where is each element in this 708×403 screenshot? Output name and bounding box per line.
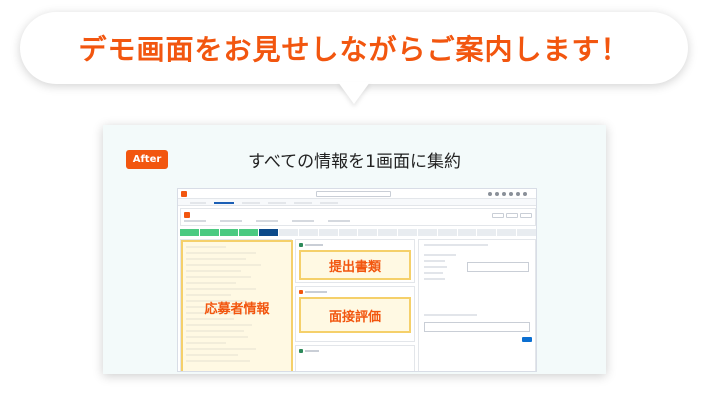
plus-icon[interactable] [495, 192, 499, 196]
path-step[interactable] [180, 229, 199, 236]
gear-icon[interactable] [509, 192, 513, 196]
middle-column-top: 提出書類 [295, 239, 415, 283]
speech-bubble: デモ画面をお見せしながらご案内します！ [20, 12, 688, 84]
nav-item-active[interactable] [214, 202, 234, 204]
path-step[interactable] [497, 229, 517, 236]
footer-panel-header [299, 348, 319, 354]
star-icon[interactable] [488, 192, 492, 196]
after-card: After すべての情報を1画面に集約 応募者情報 提出書類 面接評価 [103, 125, 606, 374]
path-step[interactable] [298, 229, 318, 236]
path-step[interactable] [279, 229, 298, 236]
record-icon [184, 212, 190, 218]
path-step[interactable] [378, 229, 398, 236]
documents-icon [299, 243, 303, 247]
interview-icon [299, 290, 303, 294]
banner-text: デモ画面をお見せしながらご案内します！ [78, 33, 630, 66]
path-step[interactable] [477, 229, 497, 236]
record-fields [184, 220, 350, 222]
path-step[interactable] [417, 229, 437, 236]
search-input[interactable] [316, 191, 391, 197]
path-step-current[interactable] [259, 229, 279, 236]
progress-path [180, 229, 536, 236]
middle-column-footer [295, 345, 415, 371]
applicant-info-highlight: 応募者情報 [181, 240, 293, 371]
path-step[interactable] [239, 229, 259, 236]
interview-panel-header [299, 289, 327, 295]
right-column [418, 239, 536, 371]
path-step[interactable] [199, 229, 219, 236]
documents-panel-header [299, 242, 323, 248]
record-button[interactable] [506, 213, 518, 218]
path-step[interactable] [398, 229, 417, 236]
nav-item[interactable] [268, 202, 286, 204]
app-navbar [178, 199, 536, 206]
interview-evaluation-highlight: 面接評価 [299, 297, 411, 333]
submit-button[interactable] [522, 337, 532, 342]
comment-input[interactable] [424, 322, 530, 332]
avatar-icon[interactable] [523, 192, 527, 196]
nav-item[interactable] [242, 202, 260, 204]
comment-lines [424, 314, 530, 316]
path-step[interactable] [457, 229, 477, 236]
nav-item[interactable] [294, 202, 312, 204]
path-step[interactable] [219, 229, 239, 236]
app-logo-icon [181, 191, 187, 197]
path-step[interactable] [338, 229, 358, 236]
nav-item[interactable] [320, 202, 338, 204]
record-button[interactable] [520, 213, 532, 218]
panel-icon [299, 349, 303, 353]
header-icons [488, 192, 527, 196]
app-topbar [178, 189, 536, 199]
card-title: すべての情報を1画面に集約 [248, 152, 461, 172]
help-icon[interactable] [502, 192, 506, 196]
crm-screenshot: 応募者情報 提出書類 面接評価 [177, 188, 537, 372]
path-step[interactable] [318, 229, 338, 236]
submitted-documents-highlight: 提出書類 [299, 250, 411, 280]
tab-lines [424, 244, 530, 246]
speech-bubble-tail [338, 82, 370, 104]
form-input[interactable] [467, 262, 529, 272]
record-header [180, 208, 536, 226]
record-buttons [492, 213, 532, 218]
record-button[interactable] [492, 213, 504, 218]
path-step[interactable] [437, 229, 457, 236]
path-step[interactable] [517, 229, 536, 236]
nav-item[interactable] [190, 202, 206, 204]
path-step[interactable] [358, 229, 378, 236]
middle-column-bottom: 面接評価 [295, 286, 415, 342]
bell-icon[interactable] [516, 192, 520, 196]
left-column: 応募者情報 [180, 239, 293, 371]
